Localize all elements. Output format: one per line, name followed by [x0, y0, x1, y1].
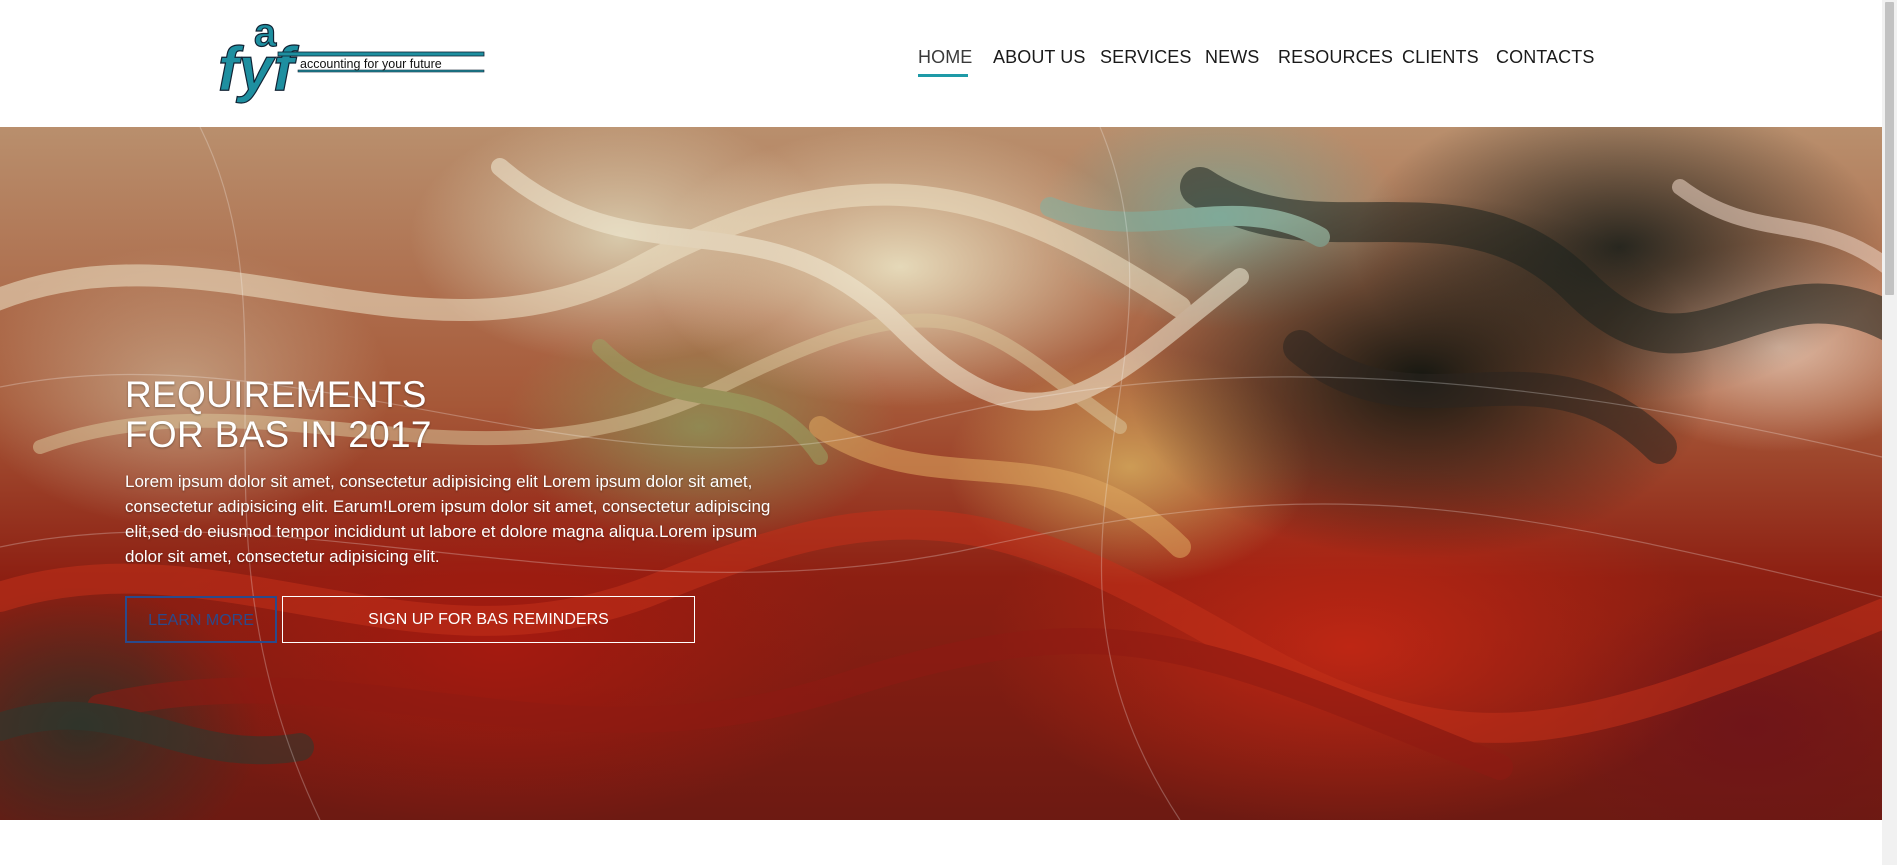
page-scrollbar[interactable]	[1882, 0, 1897, 865]
nav-clients[interactable]: CLIENTS	[1402, 47, 1479, 68]
hero-description: Lorem ipsum dolor sit amet, consectetur …	[125, 472, 771, 566]
learn-more-button[interactable]: LEARN MORE	[125, 596, 277, 643]
nav-active-underline	[918, 74, 968, 77]
main-navigation: HOME ABOUT US SERVICES NEWS RESOURCES CL…	[0, 0, 1882, 127]
nav-contacts[interactable]: CONTACTS	[1496, 47, 1594, 68]
nav-home[interactable]: HOME	[918, 47, 972, 68]
scrollbar-thumb[interactable]	[1885, 2, 1894, 295]
hero-title: REQUIREMENTS FOR BAS IN 2017	[125, 375, 795, 455]
hero-content: REQUIREMENTS FOR BAS IN 2017 Lorem ipsum…	[125, 375, 795, 569]
hero-title-line-2: FOR BAS IN 2017	[125, 414, 432, 455]
nav-resources[interactable]: RESOURCES	[1278, 47, 1393, 68]
nav-news[interactable]: NEWS	[1205, 47, 1259, 68]
site-header: a fyf accounting for your future HOME AB…	[0, 0, 1882, 127]
nav-services[interactable]: SERVICES	[1100, 47, 1192, 68]
hero-title-line-1: REQUIREMENTS	[125, 374, 427, 415]
hero-banner: REQUIREMENTS FOR BAS IN 2017 Lorem ipsum…	[0, 127, 1882, 820]
signup-bas-reminders-button[interactable]: SIGN UP FOR BAS REMINDERS	[282, 596, 695, 643]
nav-about-us[interactable]: ABOUT US	[993, 47, 1086, 68]
